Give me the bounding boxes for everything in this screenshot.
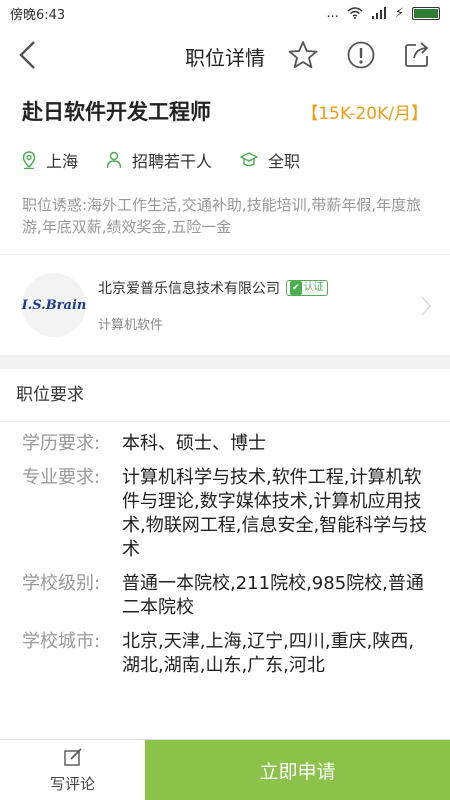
requirement-label: 学校级别:	[22, 573, 101, 594]
edit-icon	[63, 747, 82, 766]
company-card[interactable]: I.S.Brain 北京爱普乐信息技术有限公司 ✔ 认证 计算机软件	[0, 255, 450, 355]
write-comment-label: 写评论	[49, 774, 95, 793]
job-headcount: 招聘若干人	[106, 148, 212, 172]
status-bar: 傍晚6:43 ... ⚡	[0, 0, 450, 26]
requirements-list: 学历要求: 本科、硕士、博士 专业要求: 计算机科学与技术,软件工程,计算机软件…	[0, 422, 450, 678]
signal-icon	[371, 7, 386, 19]
verified-badge: ✔ 认证	[286, 279, 328, 296]
requirement-value: 普通一本院校,211院校,985院校,普通二本院校	[122, 573, 424, 618]
top-bar: 职位详情	[0, 26, 450, 84]
share-button[interactable]	[400, 38, 434, 72]
report-button[interactable]	[344, 38, 378, 72]
requirements-header: 职位要求	[0, 369, 450, 422]
job-summary: 赴日软件开发工程师 【15K-20K/月】 上海 招聘若干人 全职 职位诱惑:海…	[0, 96, 450, 238]
status-time: 傍晚6:43	[10, 7, 66, 23]
person-icon	[106, 151, 122, 169]
job-perks: 职位诱惑:海外工作生活,交通补助,技能培训,带薪年假,年度旅游,年底双薪,绩效奖…	[22, 196, 422, 236]
job-type-text: 全职	[268, 152, 301, 171]
requirement-label: 专业要求:	[22, 467, 101, 488]
company-name: 北京爱普乐信息技术有限公司	[98, 280, 280, 297]
battery-icon	[412, 6, 440, 20]
star-icon	[288, 41, 318, 69]
requirement-label: 学历要求:	[22, 433, 101, 454]
location-text: 上海	[46, 152, 79, 171]
charging-icon: ⚡	[394, 5, 404, 21]
salary-range: 【15K-20K/月】	[301, 103, 428, 124]
exclamation-icon	[347, 41, 375, 69]
job-location: 上海	[22, 148, 78, 172]
headcount-text: 招聘若干人	[132, 152, 213, 171]
location-pin-icon	[22, 151, 36, 169]
more-dots-icon: ...	[326, 5, 339, 21]
section-gap	[0, 355, 450, 369]
job-title: 赴日软件开发工程师	[22, 100, 211, 124]
company-logo: I.S.Brain	[22, 273, 86, 337]
company-industry: 计算机软件	[98, 317, 164, 333]
requirement-value: 本科、硕士、博士	[122, 433, 266, 454]
bottom-bar: 写评论 立即申请	[0, 739, 450, 800]
chevron-right-icon	[421, 296, 432, 316]
check-icon: ✔	[290, 280, 302, 295]
requirement-value: 北京,天津,上海,辽宁,四川,重庆,陕西,湖北,湖南,山东,广东,河北	[122, 631, 415, 676]
wifi-icon	[347, 7, 363, 19]
write-comment-button[interactable]: 写评论	[0, 740, 145, 800]
job-type: 全职	[240, 148, 300, 172]
verified-label: 认证	[303, 281, 324, 293]
apply-label: 立即申请	[259, 760, 336, 783]
apply-button[interactable]: 立即申请	[145, 740, 450, 800]
requirement-row: 专业要求: 计算机科学与技术,软件工程,计算机软件与理论,数字媒体技术,计算机应…	[22, 466, 428, 562]
requirement-row: 学历要求: 本科、硕士、博士	[22, 432, 428, 456]
share-icon	[405, 42, 429, 67]
requirement-label: 学校城市:	[22, 631, 101, 652]
favorite-button[interactable]	[286, 38, 320, 72]
requirement-row: 学校城市: 北京,天津,上海,辽宁,四川,重庆,陕西,湖北,湖南,山东,广东,河…	[22, 630, 428, 678]
status-icons: ... ⚡	[326, 6, 440, 21]
requirement-value: 计算机科学与技术,软件工程,计算机软件与理论,数字媒体技术,计算机应用技术,物联…	[122, 467, 428, 560]
graduation-cap-icon	[240, 152, 258, 167]
page-title: 职位详情	[185, 46, 265, 70]
requirement-row: 学校级别: 普通一本院校,211院校,985院校,普通二本院校	[22, 572, 428, 620]
